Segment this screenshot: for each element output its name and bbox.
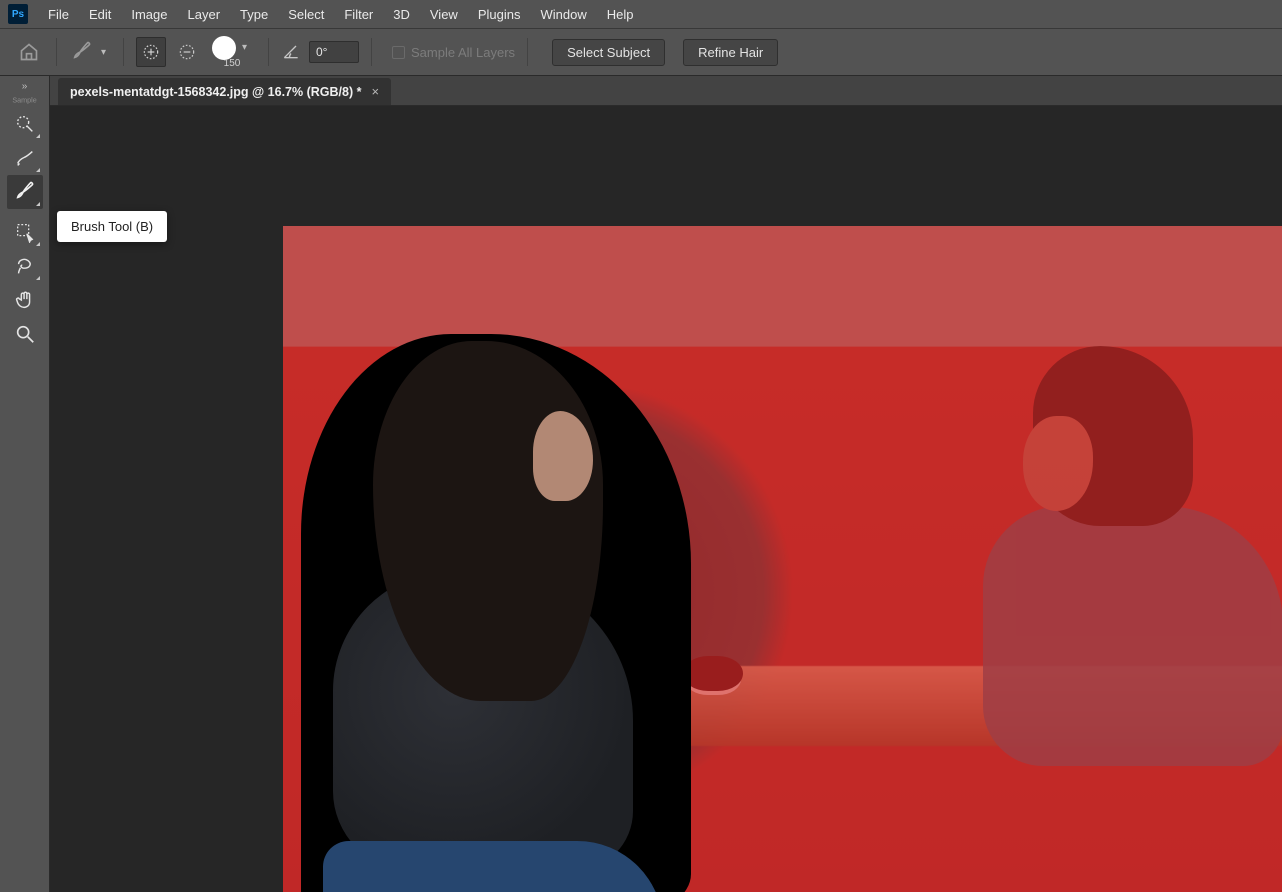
options-separator <box>527 38 528 66</box>
brush-tool[interactable] <box>7 175 43 209</box>
menu-edit[interactable]: Edit <box>79 3 121 26</box>
brush-size-picker[interactable]: ▾ 150 <box>212 36 252 69</box>
select-subject-button[interactable]: Select Subject <box>552 39 665 66</box>
menu-image[interactable]: Image <box>121 3 177 26</box>
options-separator <box>123 38 124 66</box>
menu-view[interactable]: View <box>420 3 468 26</box>
options-separator <box>56 38 57 66</box>
tooltip: Brush Tool (B) <box>57 211 167 242</box>
brush-size-caret-icon[interactable]: ▾ <box>242 42 252 53</box>
tool-rail: » Sample <box>0 76 50 892</box>
menu-select[interactable]: Select <box>278 3 334 26</box>
canvas-area[interactable] <box>50 106 1282 892</box>
refine-edge-brush-tool[interactable] <box>7 141 43 175</box>
brush-size-value: 150 <box>224 58 241 69</box>
menu-file[interactable]: File <box>38 3 79 26</box>
brush-preview-swatch <box>212 36 236 60</box>
menu-bar: Ps File Edit Image Layer Type Select Fil… <box>0 0 1282 28</box>
refine-hair-button[interactable]: Refine Hair <box>683 39 778 66</box>
home-button[interactable] <box>14 40 44 64</box>
checkbox-icon <box>392 46 405 59</box>
document-tab-title: pexels-mentatdgt-1568342.jpg @ 16.7% (RG… <box>70 85 361 99</box>
sample-all-layers-checkbox[interactable]: Sample All Layers <box>392 45 515 60</box>
subtract-mode-button[interactable] <box>172 37 202 67</box>
add-mode-button[interactable] <box>136 37 166 67</box>
expand-panel-icon[interactable]: » <box>18 80 32 92</box>
menu-layer[interactable]: Layer <box>178 3 231 26</box>
quick-selection-tool[interactable] <box>7 107 43 141</box>
lasso-tool[interactable] <box>7 249 43 283</box>
options-bar: ▾ ▾ 150 Sample All Layers <box>0 28 1282 76</box>
document-tab[interactable]: pexels-mentatdgt-1568342.jpg @ 16.7% (RG… <box>58 78 391 105</box>
options-separator <box>371 38 372 66</box>
object-selection-tool[interactable] <box>7 215 43 249</box>
menu-filter[interactable]: Filter <box>334 3 383 26</box>
options-separator <box>268 38 269 66</box>
menu-window[interactable]: Window <box>530 3 596 26</box>
hand-tool[interactable] <box>7 283 43 317</box>
tool-preset-caret-icon[interactable]: ▾ <box>101 47 111 58</box>
menu-type[interactable]: Type <box>230 3 278 26</box>
menu-3d[interactable]: 3D <box>383 3 420 26</box>
document-tab-strip: pexels-mentatdgt-1568342.jpg @ 16.7% (RG… <box>50 76 1282 106</box>
current-tool-icon[interactable] <box>69 39 95 65</box>
angle-icon <box>281 41 301 64</box>
brush-angle-input[interactable] <box>309 41 359 63</box>
rail-section-label: Sample <box>12 96 36 104</box>
zoom-tool[interactable] <box>7 317 43 351</box>
sample-all-layers-label: Sample All Layers <box>411 45 515 60</box>
app-logo: Ps <box>8 4 28 24</box>
close-tab-icon[interactable]: × <box>371 84 379 99</box>
document-image <box>283 226 1282 892</box>
menu-help[interactable]: Help <box>597 3 644 26</box>
mask-cutout-subject <box>303 341 703 892</box>
menu-plugins[interactable]: Plugins <box>468 3 531 26</box>
